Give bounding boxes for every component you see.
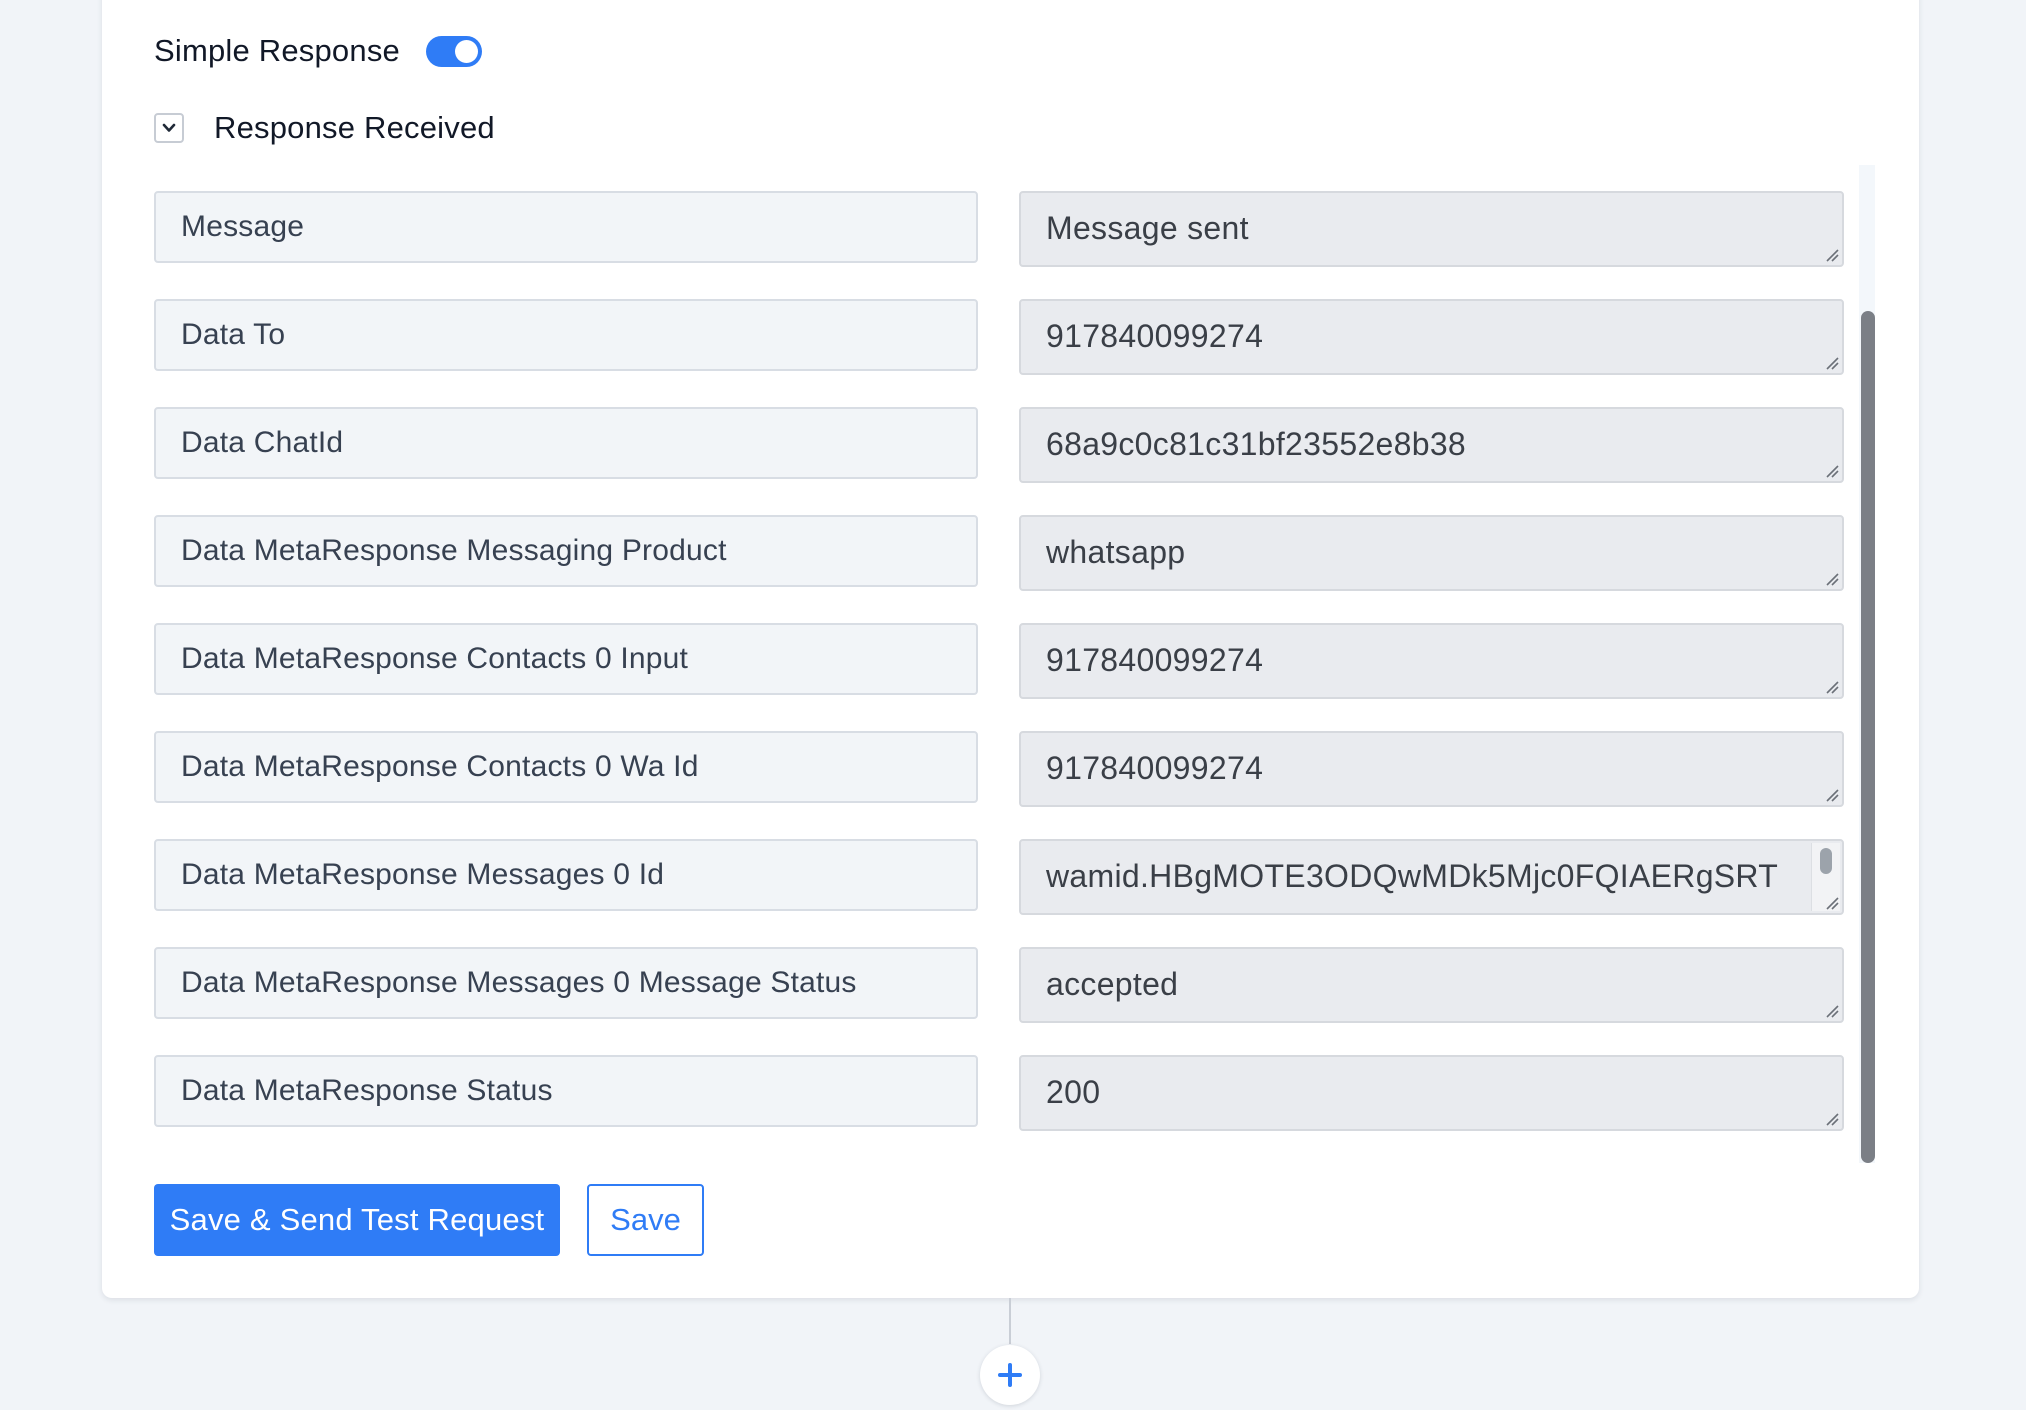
- simple-response-label: Simple Response: [154, 33, 400, 68]
- field-key: Message: [154, 191, 978, 263]
- response-received-label: Response Received: [214, 110, 495, 145]
- field-value[interactable]: 917840099274: [1019, 299, 1844, 375]
- fields-scrollbar-thumb[interactable]: [1861, 311, 1875, 1163]
- field-value-text: whatsapp: [1046, 534, 1186, 570]
- field-key: Data ChatId: [154, 407, 978, 479]
- resize-handle-icon[interactable]: [1825, 1004, 1839, 1018]
- chevron-down-icon[interactable]: [154, 113, 184, 143]
- field-value-text: 917840099274: [1046, 750, 1264, 786]
- field-row: Data MetaResponse Contacts 0 Input 91784…: [154, 623, 1844, 699]
- field-value-text: wamid.HBgMOTE3ODQwMDk5Mjc0FQIAERgSRT: [1046, 858, 1779, 894]
- field-value-text: accepted: [1046, 966, 1179, 1002]
- field-key: Data MetaResponse Messages 0 Message Sta…: [154, 947, 978, 1019]
- resize-handle-icon[interactable]: [1825, 788, 1839, 802]
- plus-icon: [998, 1363, 1022, 1387]
- field-row: Data MetaResponse Messages 0 Id wamid.HB…: [154, 839, 1844, 915]
- field-key: Data To: [154, 299, 978, 371]
- field-value-text: 917840099274: [1046, 318, 1264, 354]
- resize-handle-icon[interactable]: [1825, 356, 1839, 370]
- field-row: Data MetaResponse Messages 0 Message Sta…: [154, 947, 1844, 1023]
- field-value[interactable]: accepted: [1019, 947, 1844, 1023]
- add-step-button[interactable]: [980, 1345, 1040, 1405]
- field-key: Data MetaResponse Messaging Product: [154, 515, 978, 587]
- field-value-text: Message sent: [1046, 210, 1249, 246]
- step-connector: [1009, 1298, 1011, 1344]
- field-row: Data MetaResponse Contacts 0 Wa Id 91784…: [154, 731, 1844, 807]
- save-button[interactable]: Save: [587, 1184, 704, 1256]
- field-value-text: 200: [1046, 1074, 1101, 1110]
- field-key: Data MetaResponse Contacts 0 Input: [154, 623, 978, 695]
- field-row: Data ChatId 68a9c0c81c31bf23552e8b38: [154, 407, 1844, 483]
- resize-handle-icon[interactable]: [1825, 1112, 1839, 1126]
- field-row: Data To 917840099274: [154, 299, 1844, 375]
- response-received-row[interactable]: Response Received: [154, 106, 495, 150]
- field-key: Data MetaResponse Messages 0 Id: [154, 839, 978, 911]
- field-row: Data MetaResponse Messaging Product what…: [154, 515, 1844, 591]
- field-value[interactable]: 200: [1019, 1055, 1844, 1131]
- resize-handle-icon[interactable]: [1825, 248, 1839, 262]
- toggle-knob: [454, 39, 478, 63]
- field-value[interactable]: whatsapp: [1019, 515, 1844, 591]
- field-value[interactable]: 917840099274: [1019, 623, 1844, 699]
- field-key: Data MetaResponse Contacts 0 Wa Id: [154, 731, 978, 803]
- resize-handle-icon[interactable]: [1825, 572, 1839, 586]
- field-row: Data MetaResponse Status 200: [154, 1055, 1844, 1131]
- field-scrollbar-thumb[interactable]: [1820, 848, 1832, 874]
- field-value[interactable]: Message sent: [1019, 191, 1844, 267]
- field-key: Data MetaResponse Status: [154, 1055, 978, 1127]
- simple-response-row: Simple Response: [154, 28, 482, 74]
- field-value-text: 68a9c0c81c31bf23552e8b38: [1046, 426, 1467, 462]
- field-value[interactable]: 917840099274: [1019, 731, 1844, 807]
- field-value[interactable]: 68a9c0c81c31bf23552e8b38: [1019, 407, 1844, 483]
- save-and-send-test-request-button[interactable]: Save & Send Test Request: [154, 1184, 560, 1256]
- field-row: Message Message sent: [154, 191, 1844, 267]
- simple-response-toggle[interactable]: [425, 35, 482, 67]
- resize-handle-icon[interactable]: [1825, 896, 1839, 910]
- field-value[interactable]: wamid.HBgMOTE3ODQwMDk5Mjc0FQIAERgSRT: [1019, 839, 1844, 915]
- field-value-text: 917840099274: [1046, 642, 1264, 678]
- resize-handle-icon[interactable]: [1825, 680, 1839, 694]
- resize-handle-icon[interactable]: [1825, 464, 1839, 478]
